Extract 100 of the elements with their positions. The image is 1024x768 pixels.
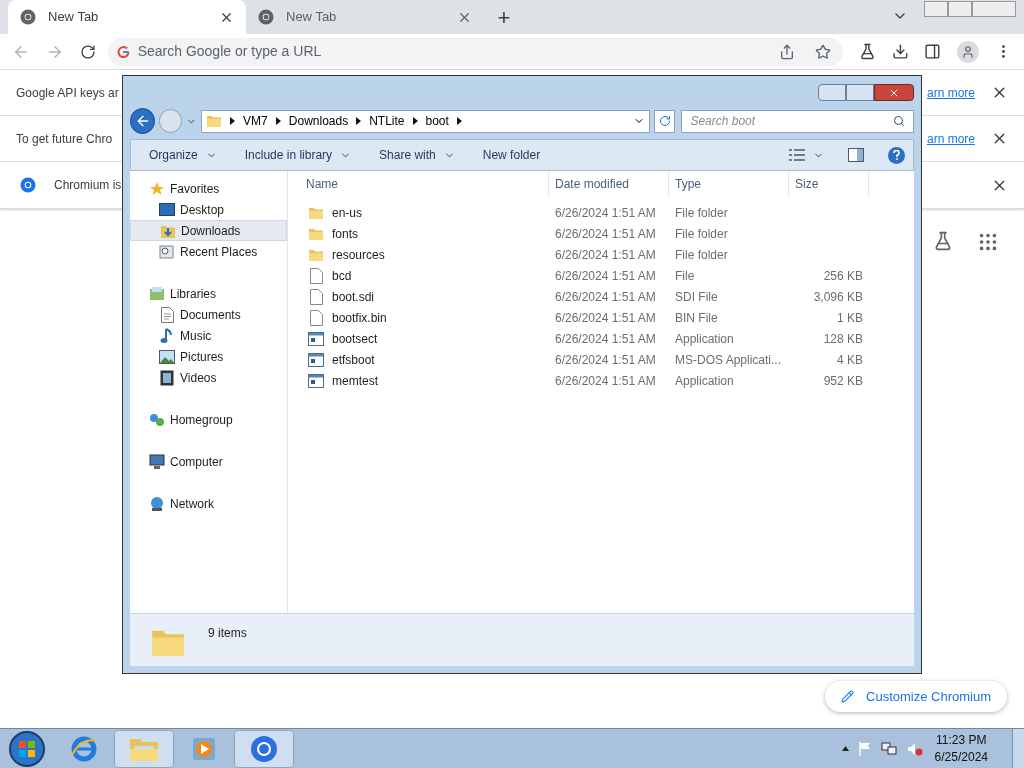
date-cell-text: 6/26/2024 1:51 AM: [554, 330, 657, 348]
file-name[interactable]: bcd: [332, 266, 352, 285]
back-button[interactable]: [130, 108, 156, 134]
date-cell-text: 6/26/2024 1:51 AM: [554, 225, 657, 243]
folder-icon: [308, 205, 324, 220]
column-header[interactable]: Type: [669, 171, 789, 197]
network-icon[interactable]: [880, 741, 897, 756]
start-button[interactable]: [9, 730, 45, 767]
tab-title: New Tab: [48, 8, 100, 27]
breadcrumb-item[interactable]: NTLite: [369, 112, 405, 130]
chromium-logo-icon: [20, 9, 36, 25]
music-note-icon: [160, 327, 174, 344]
apps-grid-icon[interactable]: [977, 231, 999, 253]
flask-icon[interactable]: [858, 43, 876, 60]
navigation-item[interactable]: Pictures: [130, 346, 287, 367]
flask-icon[interactable]: [933, 231, 953, 251]
navigation-item[interactable]: Desktop: [130, 199, 287, 220]
show-hidden-icons-icon[interactable]: [841, 746, 849, 751]
date-cell-text: 6/26/2024 1:51 AM: [554, 246, 657, 264]
google-logo-icon: [115, 44, 130, 59]
file-name[interactable]: etfsboot: [332, 350, 375, 369]
taskbar-button[interactable]: [234, 729, 294, 768]
search-field[interactable]: Search boot: [681, 109, 914, 133]
column-header[interactable]: Name: [288, 171, 549, 197]
omnibox-input[interactable]: Search Google or type a URL: [137, 41, 771, 62]
address-bar[interactable]: VM7 Downloads NTLite boot: [201, 109, 651, 133]
media-player-icon: [191, 735, 217, 762]
muted-speaker-icon[interactable]: [906, 741, 923, 756]
chromium-logo-icon: [250, 734, 278, 763]
question-mark-icon[interactable]: [893, 150, 900, 160]
toolbar-button[interactable]: New folder: [474, 143, 549, 167]
file-icon: [309, 288, 323, 305]
preview-pane-icon[interactable]: [848, 148, 864, 162]
clock-time[interactable]: 11:23 PM: [936, 731, 987, 749]
file-name[interactable]: boot.sdi: [332, 287, 375, 306]
breadcrumb-arrow-icon[interactable]: [412, 117, 418, 125]
libraries-icon: [149, 286, 165, 301]
file-name[interactable]: en-us: [332, 203, 363, 222]
maximize-button[interactable]: [846, 84, 874, 101]
toolbar-button[interactable]: Share with: [371, 143, 463, 167]
profile-avatar[interactable]: [957, 40, 980, 63]
refresh-icon[interactable]: [658, 115, 671, 127]
file-name[interactable]: fonts: [332, 224, 358, 243]
restore-button[interactable]: [948, 1, 972, 17]
date-cell-text: 6/26/2024 1:51 AM: [554, 351, 657, 369]
show-desktop-button[interactable]: [1012, 728, 1024, 768]
navigation-item[interactable]: Recent Places: [130, 241, 287, 262]
navigation-section[interactable]: Libraries: [130, 283, 287, 304]
browser-tab[interactable]: New Tab: [8, 0, 246, 34]
customize-chromium-button[interactable]: Customize Chromium: [825, 681, 1007, 712]
view-options-icon[interactable]: [789, 149, 805, 161]
type-cell-text: File folder: [674, 246, 729, 264]
file-name[interactable]: bootsect: [332, 329, 378, 348]
type-cell-text: Application: [674, 330, 735, 348]
file-name[interactable]: bootfix.bin: [332, 308, 387, 327]
side-panel-icon[interactable]: [924, 43, 942, 60]
windows-logo-icon[interactable]: [18, 739, 36, 758]
toolbar-button[interactable]: Include in library: [236, 143, 360, 167]
minimize-button[interactable]: [818, 84, 846, 101]
minimize-button[interactable]: [924, 1, 948, 17]
navigation-item[interactable]: Music: [130, 325, 287, 346]
navigation-section[interactable]: Network: [130, 493, 287, 514]
internet-explorer-icon: [70, 734, 98, 763]
breadcrumb-item[interactable]: Downloads: [288, 112, 349, 130]
toolbar-button[interactable]: Organize: [141, 143, 225, 167]
share-icon[interactable]: [778, 43, 795, 60]
breadcrumb-item[interactable]: VM7: [243, 112, 268, 130]
file-icon: [309, 309, 323, 326]
breadcrumb-arrow-icon[interactable]: [275, 117, 281, 125]
search-input[interactable]: Search boot: [690, 112, 893, 130]
download-icon[interactable]: [891, 43, 909, 60]
size-cell: 256 KB: [823, 268, 863, 283]
breadcrumb-item[interactable]: boot: [425, 112, 449, 130]
close-button[interactable]: [874, 84, 914, 101]
column-header[interactable]: Size: [789, 171, 869, 197]
reload-icon[interactable]: [79, 43, 96, 60]
help-icon[interactable]: [888, 146, 905, 164]
file-name[interactable]: resources: [332, 245, 385, 264]
type-cell-text: MS-DOS Applicati...: [674, 351, 783, 369]
new-tab-button[interactable]: +: [488, 0, 520, 34]
infobar-message: To get future Chro: [16, 130, 113, 148]
navigation-item[interactable]: Videos: [130, 367, 287, 388]
breadcrumb-arrow-icon[interactable]: [456, 117, 462, 125]
file-icon: [309, 267, 323, 284]
navigation-section[interactable]: Favorites: [130, 178, 287, 199]
column-header[interactable]: Date modified: [549, 171, 669, 197]
navigation-section[interactable]: Homegroup: [130, 409, 287, 430]
learn-more-link[interactable]: arn more: [926, 129, 975, 148]
refresh-button[interactable]: [654, 109, 676, 133]
clock-date[interactable]: 6/25/2024: [934, 748, 988, 766]
learn-more-link[interactable]: arn more: [926, 83, 975, 102]
omnibox[interactable]: Search Google or type a URL: [107, 37, 843, 66]
file-name[interactable]: memtest: [332, 371, 378, 390]
navigation-section[interactable]: Computer: [130, 451, 287, 472]
navigation-item[interactable]: Documents: [130, 304, 287, 325]
bookmark-star-icon[interactable]: [814, 43, 831, 60]
breadcrumb-arrow-icon[interactable]: [356, 117, 362, 125]
browser-tab[interactable]: New Tab: [246, 0, 484, 34]
navigation-item[interactable]: Downloads: [130, 220, 287, 241]
breadcrumb-arrow-icon[interactable]: [230, 117, 236, 125]
